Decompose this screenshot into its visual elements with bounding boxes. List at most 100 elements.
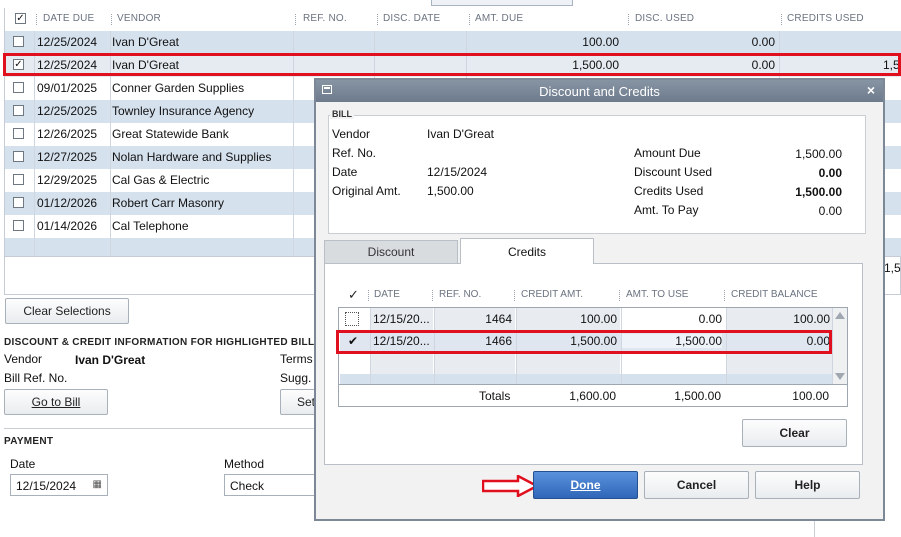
dlg-ref-label: Ref. No.: [332, 146, 377, 160]
scroll-down-icon[interactable]: [835, 373, 845, 380]
col-amt-due[interactable]: AMT. DUE: [475, 13, 523, 24]
calendar-icon[interactable]: ▦: [93, 479, 102, 490]
help-button[interactable]: Help: [755, 471, 860, 499]
clear-button[interactable]: Clear: [742, 419, 847, 447]
vendor-label: Vendor: [4, 352, 43, 366]
bills-grid-header: ✓ DATE DUE VENDOR REF. NO. DISC. DATE AM…: [5, 8, 901, 32]
row-checkbox[interactable]: [13, 151, 24, 162]
col-disc-date[interactable]: DISC. DATE: [383, 13, 440, 24]
date-due-cell: 12/25/2024: [37, 58, 98, 72]
dialog-title-bar: Discount and Credits ×: [316, 80, 883, 102]
date-due-cell: 12/26/2025: [37, 127, 98, 141]
select-all-checkbox[interactable]: ✓: [15, 13, 26, 24]
vendor-cell: Conner Garden Supplies: [112, 81, 245, 95]
table-row[interactable]: 12/25/2024 Ivan D'Great 100.00 0.00: [5, 31, 901, 54]
amt-due-cell: 1,500.00: [572, 58, 619, 72]
payment-method-dropdown[interactable]: Check: [224, 474, 316, 496]
col-sep: [111, 14, 112, 25]
amt-to-pay-value: 0.00: [818, 204, 842, 218]
arrow-right-icon: [482, 475, 538, 497]
credits-used-label: Credits Used: [634, 184, 704, 198]
col-check[interactable]: ✓: [348, 287, 359, 303]
payment-date-label: Date: [10, 457, 36, 471]
table-row-selected[interactable]: ✓ 12/25/2024 Ivan D'Great 1,500.00 0.00 …: [5, 54, 901, 77]
bill-caption: BILL: [330, 109, 354, 119]
tab-credits-label: Credits: [507, 244, 546, 259]
col-disc-used[interactable]: DISC. USED: [635, 13, 694, 24]
date-due-cell: 01/14/2026: [37, 219, 98, 233]
system-menu-icon[interactable]: [322, 85, 332, 94]
divider: [4, 428, 314, 429]
column-line: [110, 31, 111, 256]
credit-date: 12/15/20...: [373, 312, 430, 326]
dlg-orig-amt-value: 1,500.00: [427, 184, 474, 198]
col-credit-balance[interactable]: CREDIT BALANCE: [731, 289, 818, 300]
done-button[interactable]: Done: [533, 471, 638, 499]
col-sep: [377, 14, 378, 25]
credits-used-value: 1,500.00: [795, 185, 842, 199]
payment-date-value: 12/15/2024: [16, 479, 77, 493]
tab-credits[interactable]: Credits: [460, 238, 594, 264]
row-checkbox[interactable]: [13, 36, 24, 47]
row-checkbox[interactable]: [13, 105, 24, 116]
credit-ref: 1464: [485, 312, 512, 326]
col-sep: [628, 14, 629, 25]
col-ref-no[interactable]: REF. NO.: [303, 13, 347, 24]
col-amt-to-use[interactable]: AMT. TO USE: [626, 289, 688, 300]
amount-due-value: 1,500.00: [795, 147, 842, 161]
discount-info-title: DISCOUNT & CREDIT INFORMATION FOR HIGHLI…: [4, 337, 315, 348]
column-line: [293, 31, 294, 256]
credit-checkbox[interactable]: [345, 312, 359, 326]
selected-credit-highlight: [336, 330, 832, 354]
payment-date-field[interactable]: 12/15/2024 ▦: [10, 474, 108, 496]
dlg-vendor-value: Ivan D'Great: [427, 127, 494, 141]
col-sep: [368, 290, 369, 301]
dlg-orig-amt-label: Original Amt.: [332, 184, 401, 198]
row-checkbox[interactable]: [13, 197, 24, 208]
col-sep: [514, 290, 515, 301]
bill-ref-label: Bill Ref. No.: [4, 371, 68, 385]
vendor-cell: Great Statewide Bank: [112, 127, 229, 141]
col-date[interactable]: DATE: [374, 289, 400, 300]
date-due-cell: 12/29/2025: [37, 173, 98, 187]
toolbar-stub: [431, 0, 573, 6]
payment-method-label: Method: [224, 457, 265, 471]
col-date-due[interactable]: DATE DUE: [43, 13, 94, 24]
col-vendor[interactable]: VENDOR: [117, 13, 161, 24]
vendor-cell: Cal Telephone: [112, 219, 189, 233]
amt-to-pay-label: Amt. To Pay: [634, 203, 699, 217]
totals-divider: [339, 384, 847, 385]
date-due-cell: 12/25/2024: [37, 35, 98, 49]
row-checkbox-checked[interactable]: ✓: [13, 59, 24, 70]
row-checkbox[interactable]: [13, 128, 24, 139]
disc-used-cell: 0.00: [751, 35, 775, 49]
col-ref-no[interactable]: REF. NO.: [439, 289, 481, 300]
discount-credits-dialog: Discount and Credits × BILL Vendor Ivan …: [314, 78, 885, 521]
dlg-date-value: 12/15/2024: [427, 165, 488, 179]
credit-row[interactable]: 12/15/20... 1464 100.00 0.00 100.00: [340, 308, 833, 330]
tab-discount[interactable]: Discount: [324, 240, 458, 264]
row-checkbox[interactable]: [13, 82, 24, 93]
cancel-button[interactable]: Cancel: [644, 471, 749, 499]
amt-to-use[interactable]: 0.00: [622, 312, 722, 326]
date-due-cell: 12/27/2025: [37, 150, 98, 164]
clear-selections-button[interactable]: Clear Selections: [5, 298, 129, 324]
discount-used-label: Discount Used: [634, 165, 713, 179]
go-to-bill-button[interactable]: Go to Bill: [4, 389, 108, 415]
vendor-cell: Townley Insurance Agency: [112, 104, 255, 118]
col-sep: [295, 14, 296, 25]
close-icon[interactable]: ×: [867, 82, 875, 98]
payment-title: PAYMENT: [4, 436, 54, 447]
col-sep: [469, 14, 470, 25]
disc-used-cell: 0.00: [751, 58, 775, 72]
col-sep: [432, 290, 433, 301]
row-checkbox[interactable]: [13, 174, 24, 185]
scroll-up-icon[interactable]: [835, 312, 845, 319]
totals-amt-to-use: 1,500.00: [674, 389, 721, 403]
col-credits-used[interactable]: CREDITS USED: [787, 13, 864, 24]
row-band: [340, 374, 833, 384]
col-credit-amt[interactable]: CREDIT AMT.: [521, 289, 583, 300]
vendor-cell: Ivan D'Great: [112, 58, 179, 72]
row-checkbox[interactable]: [13, 220, 24, 231]
credits-scrollbar[interactable]: [832, 308, 847, 384]
